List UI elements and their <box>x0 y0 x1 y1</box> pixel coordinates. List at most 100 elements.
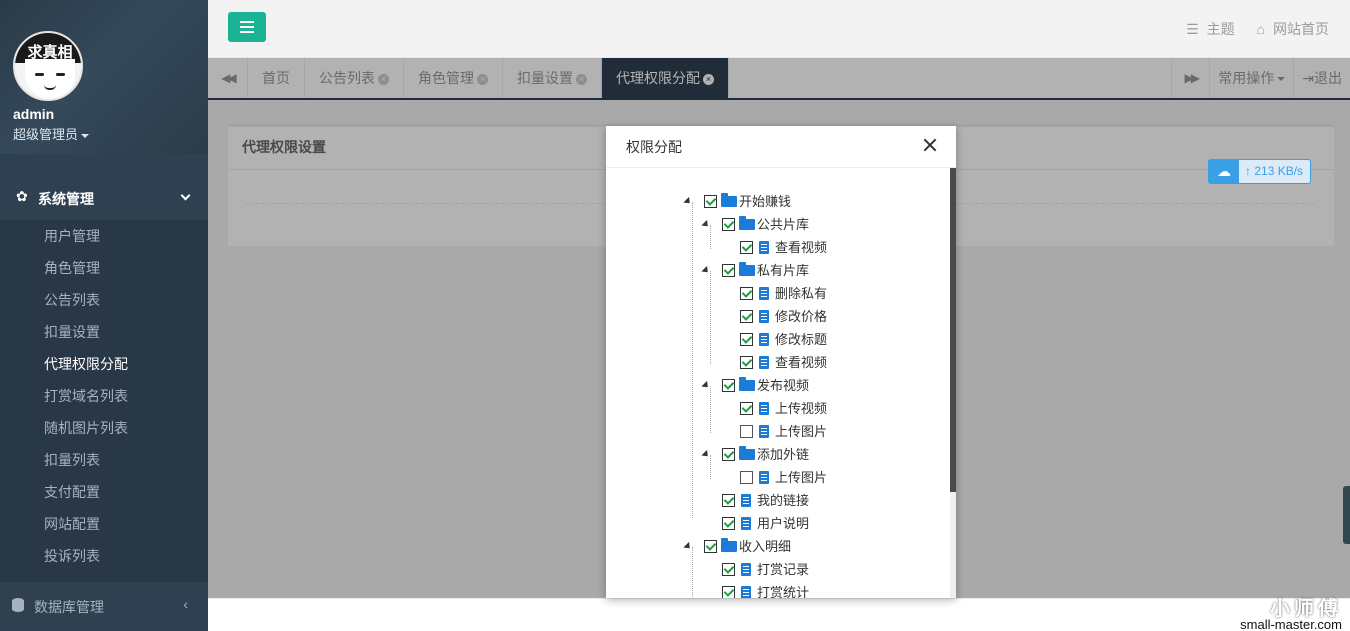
document-icon <box>759 333 769 346</box>
network-speed-widget[interactable]: ☁ ↑ 213 KB/s <box>1208 159 1311 184</box>
theme-link[interactable]: ☰ 主题 <box>1186 21 1235 37</box>
watermark: 小师傅 small-master.com <box>1240 592 1342 631</box>
tree-guide-line <box>692 547 693 598</box>
document-icon <box>759 356 769 369</box>
document-icon <box>759 402 769 415</box>
tree-node[interactable]: 打赏记录 <box>722 558 942 581</box>
sidebar-item[interactable]: 支付配置 <box>0 476 208 508</box>
tree-node[interactable]: 公共片库 <box>701 213 942 236</box>
tree-checkbox[interactable] <box>740 402 753 415</box>
tree-node-label: 上传视频 <box>775 401 828 416</box>
sidebar-item[interactable]: 公告列表 <box>0 284 208 316</box>
tree-checkbox[interactable] <box>740 333 753 346</box>
tree-node[interactable]: 收入明细 <box>683 535 924 558</box>
tree-node-label: 公共片库 <box>757 217 810 232</box>
tree-guide-line <box>710 386 711 433</box>
speed-value: ↑ 213 KB/s <box>1245 164 1304 178</box>
tree-node[interactable]: 删除私有 <box>740 282 956 305</box>
tree-node-label: 修改价格 <box>775 309 828 324</box>
tree-checkbox[interactable] <box>740 471 753 484</box>
tree-node[interactable]: 开始赚钱 <box>683 190 924 213</box>
tree-checkbox[interactable] <box>722 448 735 461</box>
avatar[interactable]: 求真相 <box>13 31 83 101</box>
tree-node-label: 打赏记录 <box>757 562 810 577</box>
permission-tree: 开始赚钱 公共片库 查看视频 私有片库 删除私有 修改价格 修改标题 查看视频 发布视频 上传视频… <box>606 168 956 598</box>
permission-modal: 权限分配 开始赚钱 公共片库 查看视频 私有片库 删除私有 修改价格 修改标题 查看视频 发布视… <box>606 126 956 598</box>
tree-guide-line <box>710 225 711 249</box>
sidebar-item[interactable]: 用户管理 <box>0 220 208 252</box>
document-icon <box>741 517 751 530</box>
tree-checkbox[interactable] <box>722 379 735 392</box>
watermark-url: small-master.com <box>1240 617 1342 631</box>
submenu: 用户管理 角色管理 公告列表 扣量设置 代理权限分配 打赏域名列表 随机图片列表 扣量列表 支付… <box>0 220 208 582</box>
tree-checkbox[interactable] <box>740 356 753 369</box>
modal-scrollbar-track[interactable] <box>950 492 956 598</box>
speed-text: 213 KB/s <box>1254 164 1304 178</box>
sidebar-item[interactable]: 角色管理 <box>0 252 208 284</box>
nav-section-database[interactable]: 数据库管理 ‹ <box>0 586 208 626</box>
tree-node[interactable]: 修改价格 <box>740 305 956 328</box>
document-icon <box>759 471 769 484</box>
tree-checkbox[interactable] <box>740 425 753 438</box>
tree-node[interactable]: 上传图片 <box>740 420 956 443</box>
tree-checkbox[interactable] <box>722 563 735 576</box>
tree-node[interactable]: 打赏统计 <box>722 581 942 598</box>
folder-icon <box>739 446 755 460</box>
tree-checkbox[interactable] <box>722 264 735 277</box>
cloud-icon: ☁ <box>1209 160 1239 183</box>
tree-node-label: 上传图片 <box>775 424 828 439</box>
nav-section-system[interactable]: ✿ 系统管理 <box>0 178 208 216</box>
sidebar-item[interactable]: 扣量设置 <box>0 316 208 348</box>
tree-node[interactable]: 修改标题 <box>740 328 956 351</box>
folder-icon <box>721 538 737 552</box>
tree-checkbox[interactable] <box>740 287 753 300</box>
document-icon <box>759 287 769 300</box>
tree-node-label: 我的链接 <box>757 493 810 508</box>
sidebar-item[interactable]: 代理权限分配 <box>0 348 208 380</box>
sidebar-item[interactable]: 投诉列表 <box>0 540 208 572</box>
tree-checkbox[interactable] <box>740 310 753 323</box>
menu-toggle-button[interactable] <box>228 12 266 42</box>
caret-down-icon <box>81 133 90 138</box>
tree-node[interactable]: 发布视频 <box>701 374 942 397</box>
document-icon <box>759 425 769 438</box>
tree-node[interactable]: 用户说明 <box>722 512 942 535</box>
document-icon <box>741 586 751 598</box>
tree-node[interactable]: 查看视频 <box>740 236 956 259</box>
tree-node-label: 删除私有 <box>775 286 828 301</box>
modal-scrollbar-thumb[interactable] <box>950 168 956 492</box>
gear-icon: ✿ <box>16 188 28 204</box>
tree-node[interactable]: 查看视频 <box>740 351 956 374</box>
document-icon <box>759 241 769 254</box>
tree-node-label: 查看视频 <box>775 240 828 255</box>
close-icon[interactable] <box>922 137 938 153</box>
tree-node-label: 私有片库 <box>757 263 810 278</box>
profile-header: 求真相 admin 超级管理员 <box>0 0 208 154</box>
tree-node[interactable]: 上传图片 <box>740 466 956 489</box>
side-widget-handle[interactable] <box>1343 486 1350 544</box>
document-icon <box>759 310 769 323</box>
sidebar-item[interactable]: 扣量列表 <box>0 444 208 476</box>
tree-checkbox[interactable] <box>740 241 753 254</box>
sidebar-item[interactable]: 随机图片列表 <box>0 412 208 444</box>
tree-node[interactable]: 添加外链 <box>701 443 942 466</box>
tree-checkbox[interactable] <box>704 540 717 553</box>
document-icon <box>741 563 751 576</box>
sidebar-item[interactable]: 打赏域名列表 <box>0 380 208 412</box>
home-link[interactable]: ⌂ 网站首页 <box>1257 21 1329 37</box>
folder-icon <box>739 216 755 230</box>
tree-node[interactable]: 上传视频 <box>740 397 956 420</box>
tree-node-label: 打赏统计 <box>757 585 810 598</box>
tree-node-label: 收入明细 <box>739 539 792 554</box>
tree-checkbox[interactable] <box>722 586 735 598</box>
tree-checkbox[interactable] <box>722 218 735 231</box>
tree-checkbox[interactable] <box>722 517 735 530</box>
sidebar-item[interactable]: 网站配置 <box>0 508 208 540</box>
chevron-down-icon <box>180 190 191 201</box>
tree-checkbox[interactable] <box>704 195 717 208</box>
list-icon: ☰ <box>1186 21 1199 37</box>
user-role-dropdown[interactable]: 超级管理员 <box>13 124 90 143</box>
tree-node[interactable]: 我的链接 <box>722 489 942 512</box>
tree-node[interactable]: 私有片库 <box>701 259 942 282</box>
tree-checkbox[interactable] <box>722 494 735 507</box>
